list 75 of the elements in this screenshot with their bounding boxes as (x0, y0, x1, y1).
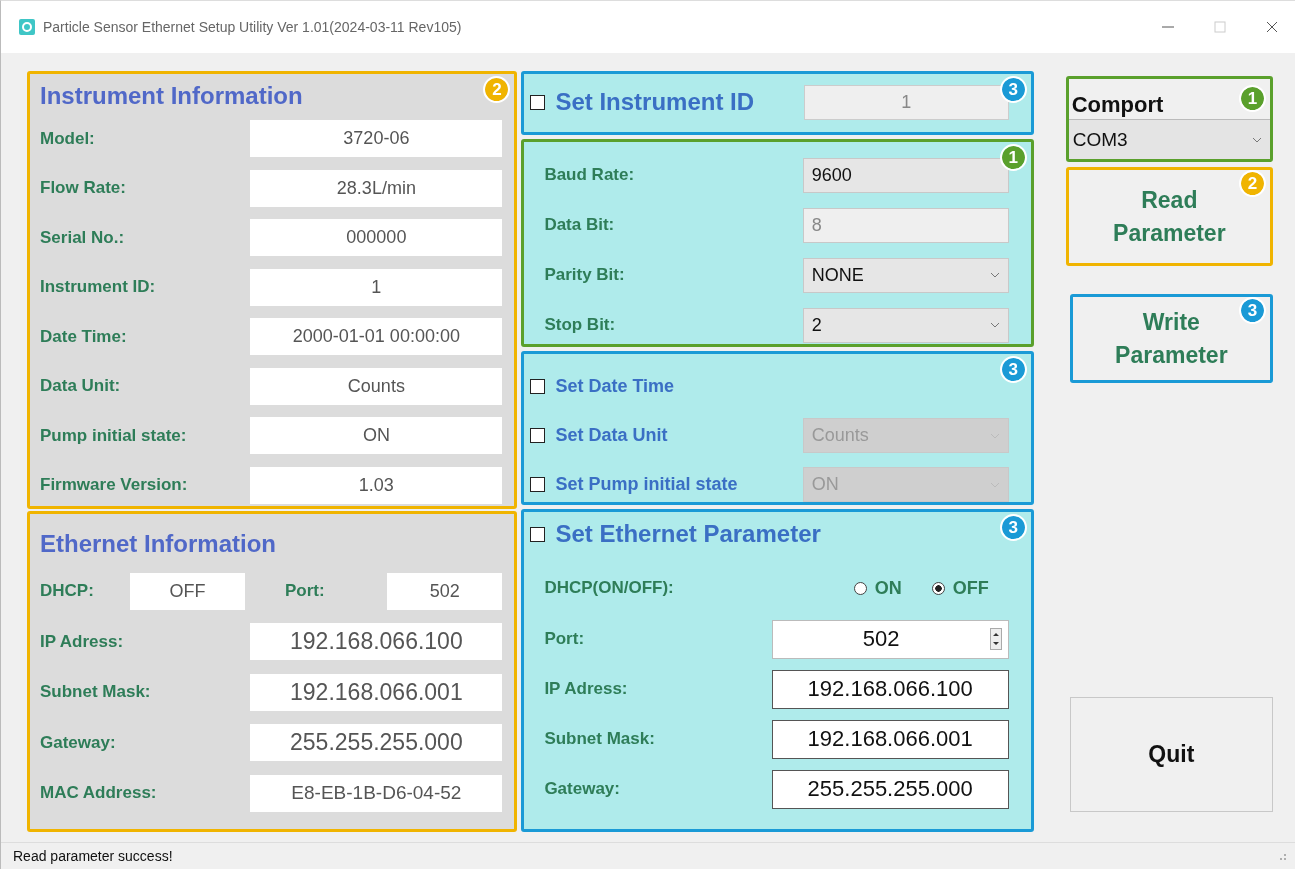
value-field: 192.168.066.001 (250, 673, 503, 711)
radio-button[interactable] (853, 581, 867, 595)
field-label: Port: (284, 581, 326, 602)
number-badge: 3 (1241, 299, 1264, 322)
comport-label: Comport (1071, 91, 1164, 119)
close-icon[interactable] (1265, 20, 1279, 34)
field-label: Data Bit: (544, 215, 616, 235)
panel-title: Ethernet Information (40, 529, 276, 559)
number-badge: 3 (1001, 78, 1025, 101)
value-field: 255.255.255.000 (250, 724, 503, 762)
checkbox[interactable] (530, 379, 546, 394)
checkbox[interactable] (530, 526, 546, 542)
number-badge: 3 (1001, 358, 1025, 381)
field-label: Serial No.: (40, 227, 126, 248)
field-label: Gateway: (40, 732, 117, 753)
number-badge: 1 (1241, 87, 1264, 110)
field-label: Gateway: (544, 779, 621, 799)
field-label: Pump initial state: (40, 425, 188, 446)
value-field: 1 (250, 268, 503, 306)
value-field: Counts (250, 367, 503, 405)
caret-icon (1252, 136, 1262, 143)
value-field: 502 (387, 572, 503, 610)
field-label: Data Unit: (40, 376, 122, 397)
field-label: Baud Rate: (544, 165, 636, 185)
field-label: Port: (544, 629, 586, 649)
dropdown[interactable]: 2 (802, 307, 1009, 343)
field-label: Subnet Mask: (40, 682, 152, 703)
value-field: OFF (130, 572, 245, 610)
caret-icon (989, 322, 1000, 328)
value-field: 192.168.066.100 (250, 623, 503, 661)
dropdown[interactable]: 9600 (802, 157, 1009, 193)
field-label: DHCP(ON/OFF): (544, 578, 675, 598)
caret-icon (989, 272, 1000, 278)
checkbox-label[interactable]: Set Ethernet Parameter (555, 520, 821, 548)
action-button[interactable]: Read Parameter 2 (1065, 167, 1273, 266)
field-label: Date Time: (40, 326, 128, 347)
field-label: Flow Rate: (40, 178, 127, 199)
field-label: IP Adress: (40, 631, 125, 652)
number-badge: 2 (485, 78, 509, 101)
field-label: Subnet Mask: (544, 729, 656, 749)
value-field: 3720-06 (250, 120, 503, 158)
window-title: Particle Sensor Ethernet Setup Utility Ver 1.01(2024-03-11 Rev105) (43, 19, 462, 35)
input-field[interactable]: 255.255.255.000 (771, 769, 1009, 809)
panel-title: Instrument Information (40, 81, 303, 111)
field-label: Firmware Version: (40, 475, 189, 496)
number-badge: 2 (1241, 172, 1264, 195)
input-field[interactable]: 192.168.066.001 (771, 719, 1009, 759)
dropdown[interactable]: NONE (802, 257, 1009, 293)
value-field: E8-EB-1B-D6-04-52 (250, 774, 503, 812)
spin-field[interactable]: 502 (771, 619, 1009, 659)
number-badge: 1 (1001, 146, 1025, 169)
field-label: Instrument ID: (40, 277, 157, 298)
radio-label[interactable]: ON (874, 577, 902, 599)
field-label: IP Adress: (544, 679, 629, 699)
field-label: Stop Bit: (544, 315, 617, 335)
number-badge: 3 (1001, 516, 1025, 539)
action-button[interactable]: Write Parameter 3 (1069, 294, 1273, 383)
radio-button[interactable] (931, 581, 945, 595)
value-field: 1.03 (250, 466, 503, 504)
field-label: Parity Bit: (544, 265, 626, 285)
value-field: 2000-01-01 00:00:00 (250, 318, 503, 356)
field-label: MAC Address: (40, 783, 158, 804)
quit-button[interactable]: Quit (1069, 697, 1273, 812)
input-field[interactable]: 192.168.066.100 (771, 669, 1009, 709)
value-field: 28.3L/min (250, 169, 503, 207)
value-field: 000000 (250, 219, 503, 257)
radio-label[interactable]: OFF (952, 577, 989, 599)
app-icon (19, 19, 35, 35)
status-text: Read parameter success! (13, 848, 173, 864)
spin-arrows-icon[interactable] (989, 628, 1002, 650)
value-field: ON (250, 417, 503, 455)
resize-grip-icon[interactable] (1277, 851, 1287, 861)
field-label: Model: (40, 128, 96, 149)
field-label: DHCP: (40, 581, 95, 602)
comport-dropdown[interactable]: COM3 (1068, 119, 1270, 159)
